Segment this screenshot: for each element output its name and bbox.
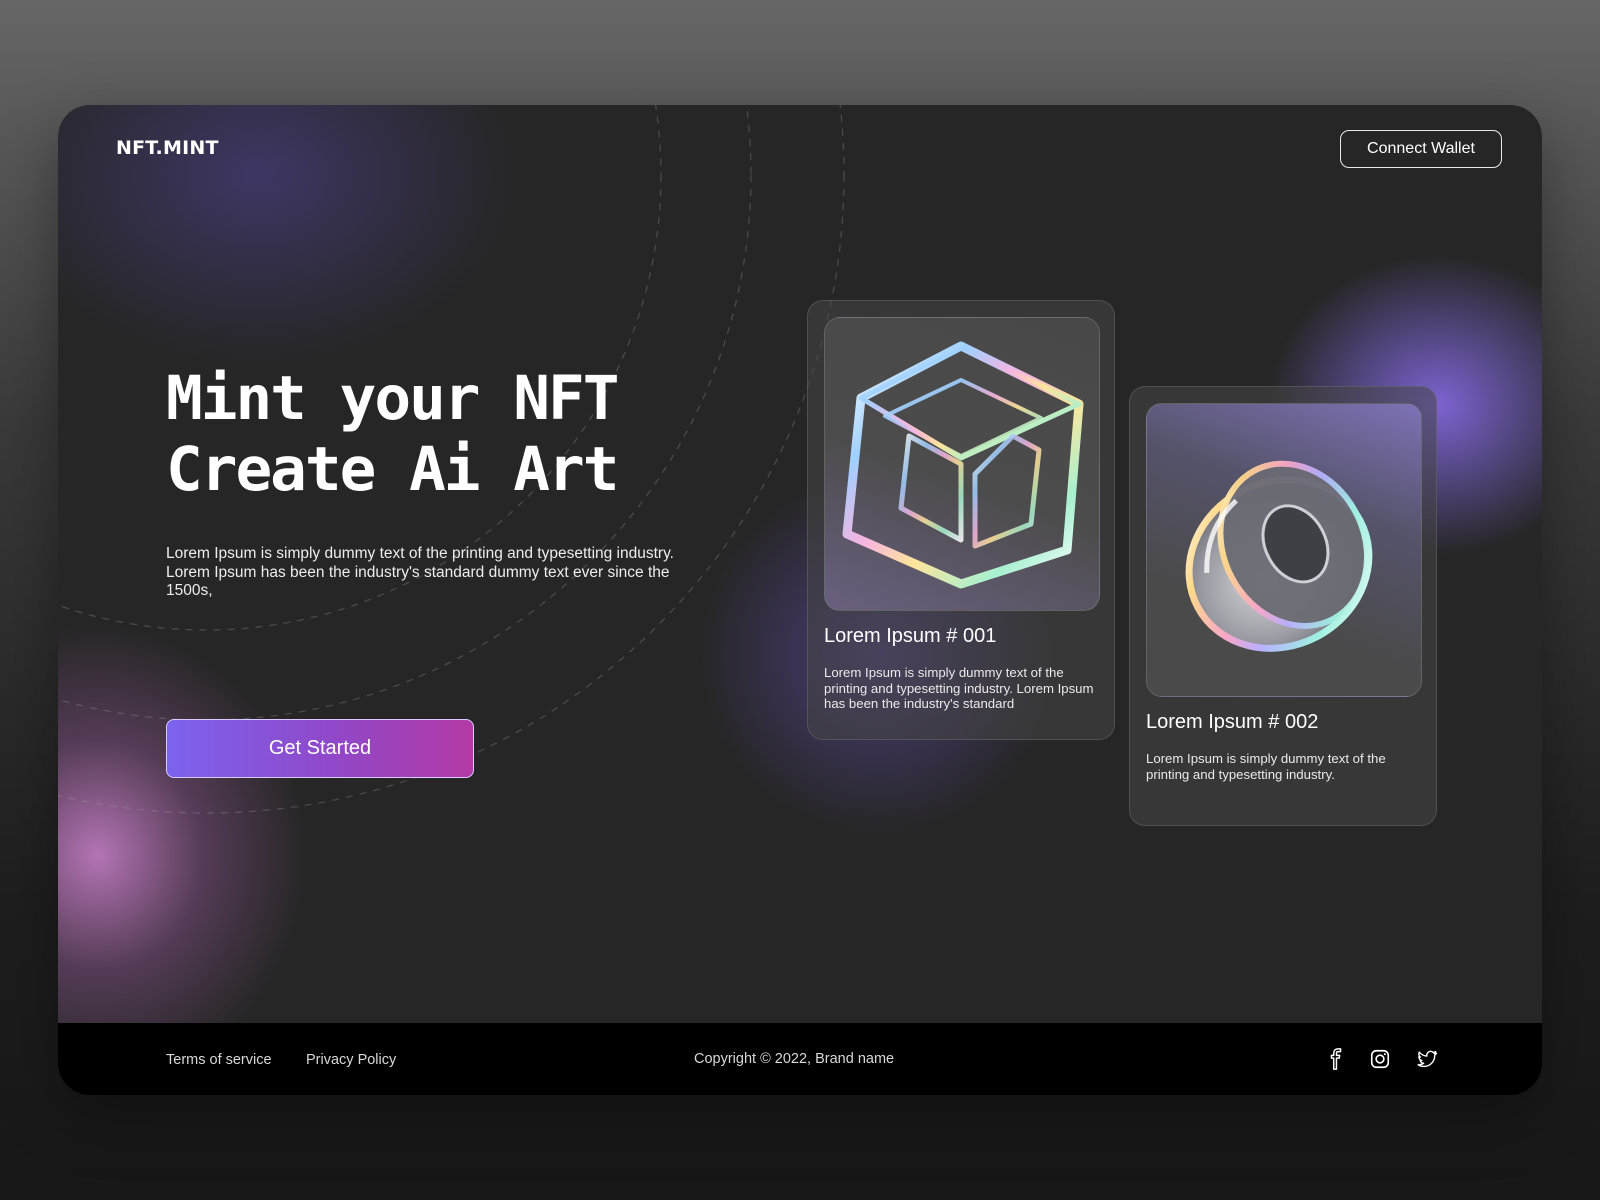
hero-title-line: Create Ai Art <box>166 434 619 505</box>
hero-title: Mint your NFT Create Ai Art <box>166 363 619 505</box>
twitter-icon[interactable] <box>1416 1048 1438 1070</box>
brand-logo[interactable]: NFT.MINT <box>116 137 219 159</box>
footer: Terms of service Privacy Policy Copyrigh… <box>58 1023 1542 1095</box>
card-description: Lorem Ipsum is simply dummy text of the … <box>824 665 1094 711</box>
instagram-icon[interactable] <box>1369 1048 1391 1070</box>
card-title: Lorem Ipsum # 001 <box>824 625 997 647</box>
nft-artwork <box>1146 403 1422 697</box>
connect-wallet-button[interactable]: Connect Wallet <box>1340 130 1502 168</box>
card-title: Lorem Ipsum # 002 <box>1146 711 1319 733</box>
nft-artwork <box>824 317 1100 611</box>
copyright-text: Copyright © 2022, Brand name <box>694 1051 895 1067</box>
card-description: Lorem Ipsum is simply dummy text of the … <box>1146 751 1386 782</box>
nft-card[interactable]: Lorem Ipsum # 002 Lorem Ipsum is simply … <box>1129 386 1437 826</box>
privacy-policy-link[interactable]: Privacy Policy <box>306 1052 396 1068</box>
landing-frame: NFT.MINT Connect Wallet Mint your NFT Cr… <box>58 105 1542 1095</box>
hero-title-line: Mint your NFT <box>166 363 619 434</box>
glass-cube-icon <box>842 341 1084 589</box>
get-started-button[interactable]: Get Started <box>166 719 474 778</box>
terms-of-service-link[interactable]: Terms of service <box>166 1052 272 1068</box>
glass-torus-icon <box>1185 460 1373 652</box>
hero-description: Lorem Ipsum is simply dummy text of the … <box>166 545 674 599</box>
nft-card[interactable]: Lorem Ipsum # 001 Lorem Ipsum is simply … <box>807 300 1115 740</box>
facebook-icon[interactable] <box>1325 1048 1347 1070</box>
